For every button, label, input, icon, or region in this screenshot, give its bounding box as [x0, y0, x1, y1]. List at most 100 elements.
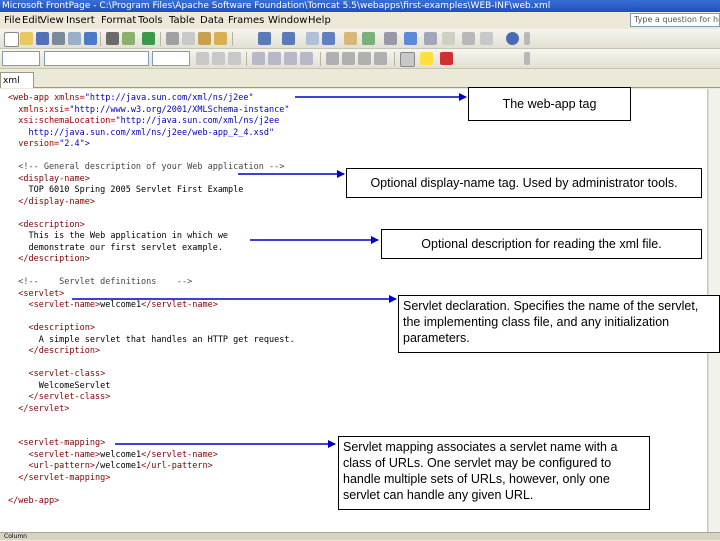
insert-table-icon[interactable] — [322, 32, 335, 45]
show-all-icon[interactable] — [462, 32, 475, 45]
code-line: </description> — [8, 346, 100, 357]
numbering-icon[interactable] — [326, 52, 339, 65]
copy-icon[interactable] — [182, 32, 195, 45]
code-line: </description> — [8, 254, 90, 265]
menu-format[interactable]: Format — [101, 12, 136, 29]
spelling-icon[interactable] — [142, 32, 155, 45]
toolbar-divider — [100, 32, 101, 46]
menu-edit[interactable]: Edit — [22, 12, 41, 29]
justify-icon[interactable] — [300, 52, 313, 65]
insert-layer-icon[interactable] — [344, 32, 357, 45]
publish-icon[interactable] — [68, 32, 81, 45]
code-token: </servlet-name> — [141, 300, 218, 310]
code-line: A simple servlet that handles an HTTP ge… — [8, 335, 295, 346]
toggle-pane-icon[interactable] — [84, 32, 97, 45]
code-token: <servlet> — [8, 288, 65, 299]
preview-icon[interactable] — [122, 32, 135, 45]
code-token: A simple servlet that handles an HTTP ge… — [8, 334, 295, 345]
menu-file[interactable]: File — [4, 12, 21, 29]
callout-description: Optional description for reading the xml… — [381, 229, 702, 259]
help-icon[interactable] — [506, 32, 519, 45]
stop-icon[interactable] — [442, 32, 455, 45]
align-right-icon[interactable] — [284, 52, 297, 65]
decrease-indent-icon[interactable] — [358, 52, 371, 65]
code-line: <display-name> — [8, 174, 90, 185]
standard-toolbar — [0, 29, 720, 49]
code-token: TOP 6010 Spring 2005 Servlet First Examp… — [8, 185, 244, 195]
highlight-icon[interactable] — [420, 52, 433, 65]
underline-icon[interactable] — [228, 52, 241, 65]
increase-indent-icon[interactable] — [374, 52, 387, 65]
menu-help[interactable]: Help — [308, 12, 331, 29]
drawing-icon[interactable] — [384, 32, 397, 45]
paste-icon[interactable] — [198, 32, 211, 45]
style-dropdown[interactable] — [2, 51, 40, 66]
code-token: <web-app — [8, 93, 55, 103]
toolbar-options-icon[interactable] — [524, 32, 530, 45]
code-token: <display-name> — [8, 173, 90, 184]
code-token: <!-- General description of your Web app… — [8, 162, 285, 172]
code-token: welcome1 — [100, 300, 142, 310]
code-token: welcome1 — [100, 449, 142, 460]
tab-web-xml[interactable]: xml — [0, 72, 34, 88]
code-line: <description> — [8, 323, 95, 334]
borders-icon[interactable] — [400, 52, 415, 67]
code-line: <servlet-class> — [8, 369, 105, 380]
search-icon[interactable] — [52, 32, 65, 45]
code-line: xsi:schemaLocation="http://java.sun.com/… — [8, 116, 279, 127]
code-line: <web-app xmlns="http://java.sun.com/xml/… — [8, 93, 254, 104]
web-component-icon[interactable] — [306, 32, 319, 45]
new-page-icon[interactable] — [4, 32, 19, 47]
menu-tools[interactable]: Tools — [138, 12, 163, 29]
italic-icon[interactable] — [212, 52, 225, 65]
bold-icon[interactable] — [196, 52, 209, 65]
folder-list-icon[interactable] — [480, 32, 493, 45]
cut-icon[interactable] — [166, 32, 179, 45]
print-icon[interactable] — [106, 32, 119, 45]
format-painter-icon[interactable] — [214, 32, 227, 45]
font-size-dropdown[interactable] — [152, 51, 190, 66]
code-line: </display-name> — [8, 197, 95, 208]
code-token: "2.4"> — [59, 139, 90, 149]
code-token: This is the Web application in which we — [8, 231, 229, 241]
code-token: </description> — [8, 254, 90, 264]
hyperlink-icon[interactable] — [404, 32, 417, 45]
code-line: <!-- Servlet definitions --> — [8, 277, 192, 288]
code-token: <!-- Servlet definitions --> — [8, 277, 193, 287]
toolbar-divider — [394, 52, 395, 66]
menu-insert[interactable]: Insert — [66, 12, 95, 29]
bullets-icon[interactable] — [342, 52, 355, 65]
undo-icon[interactable] — [258, 32, 271, 45]
code-line: TOP 6010 Spring 2005 Servlet First Examp… — [8, 185, 243, 196]
code-token: <url-pattern> — [8, 461, 95, 471]
code-line: <servlet-name>welcome1</servlet-name> — [8, 449, 217, 461]
toolbar-divider — [160, 32, 161, 46]
code-line: <servlet-name>welcome1</servlet-name> — [8, 300, 218, 311]
menu-table[interactable]: Table — [169, 12, 195, 29]
code-token: <servlet-name> — [8, 449, 101, 460]
code-token: xmlns= — [54, 93, 85, 103]
help-search-input[interactable]: Type a question for help — [630, 13, 720, 27]
menu-view[interactable]: View — [40, 12, 64, 29]
menu-data[interactable]: Data — [200, 12, 224, 29]
refresh-icon[interactable] — [424, 32, 437, 45]
menu-frames[interactable]: Frames — [228, 12, 264, 29]
redo-icon[interactable] — [282, 32, 295, 45]
font-dropdown[interactable] — [44, 51, 149, 66]
code-token: </web-app> — [8, 495, 60, 506]
code-line: <url-pattern>/welcome1</url-pattern> — [8, 461, 212, 472]
code-line: </servlet-mapping> — [8, 473, 110, 484]
code-line: <!-- General description of your Web app… — [8, 162, 284, 173]
align-center-icon[interactable] — [268, 52, 281, 65]
insert-picture-icon[interactable] — [362, 32, 375, 45]
code-token: <servlet-class> — [8, 369, 106, 379]
code-line: demonstrate our first servlet example. — [8, 243, 222, 254]
code-token: xsi:schemaLocation= — [8, 116, 116, 126]
open-folder-icon[interactable] — [20, 32, 33, 45]
font-color-icon[interactable] — [440, 52, 453, 65]
align-left-icon[interactable] — [252, 52, 265, 65]
save-icon[interactable] — [36, 32, 49, 45]
menu-window[interactable]: Window — [268, 12, 307, 29]
code-token: version= — [8, 139, 60, 149]
toolbar-options-icon[interactable] — [524, 52, 530, 65]
